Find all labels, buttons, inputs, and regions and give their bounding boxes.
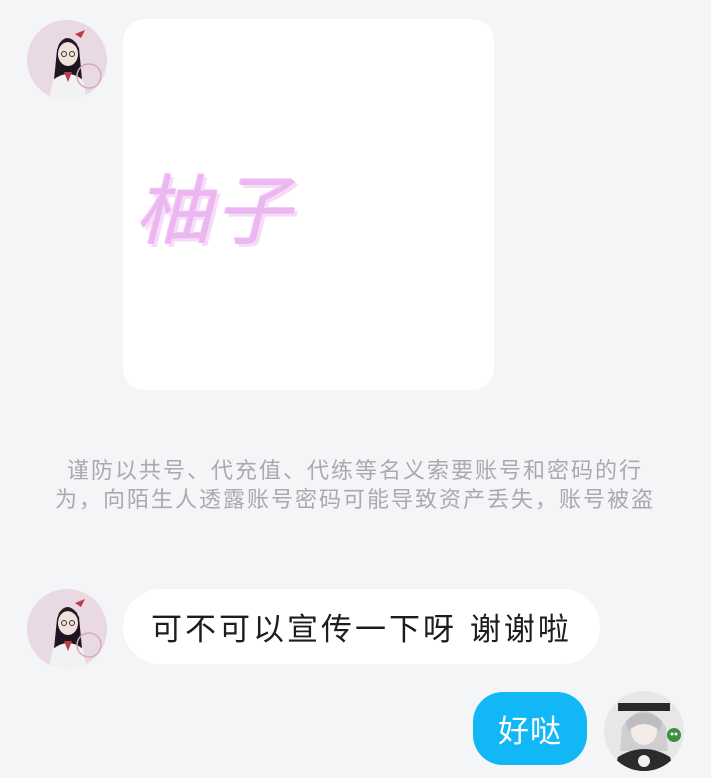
security-notice: 谨防以共号、代充值、代练等名义索要账号和密码的行为，向陌生人透露账号密码可能导致… bbox=[55, 459, 656, 513]
image-caption-text: 柚子 bbox=[135, 167, 295, 256]
sender-avatar[interactable] bbox=[27, 20, 107, 100]
incoming-message-bubble[interactable]: 可不可以宣传一下呀 谢谢啦 bbox=[123, 589, 600, 664]
my-avatar[interactable] bbox=[604, 691, 684, 771]
incoming-message-text: 可不可以宣传一下呀 谢谢啦 bbox=[151, 612, 572, 648]
outgoing-message-text: 好哒 bbox=[498, 714, 562, 750]
sender-avatar[interactable] bbox=[27, 589, 107, 669]
outgoing-message-bubble[interactable]: 好哒 bbox=[473, 692, 587, 765]
shared-image[interactable]: 柚子 bbox=[123, 19, 494, 390]
